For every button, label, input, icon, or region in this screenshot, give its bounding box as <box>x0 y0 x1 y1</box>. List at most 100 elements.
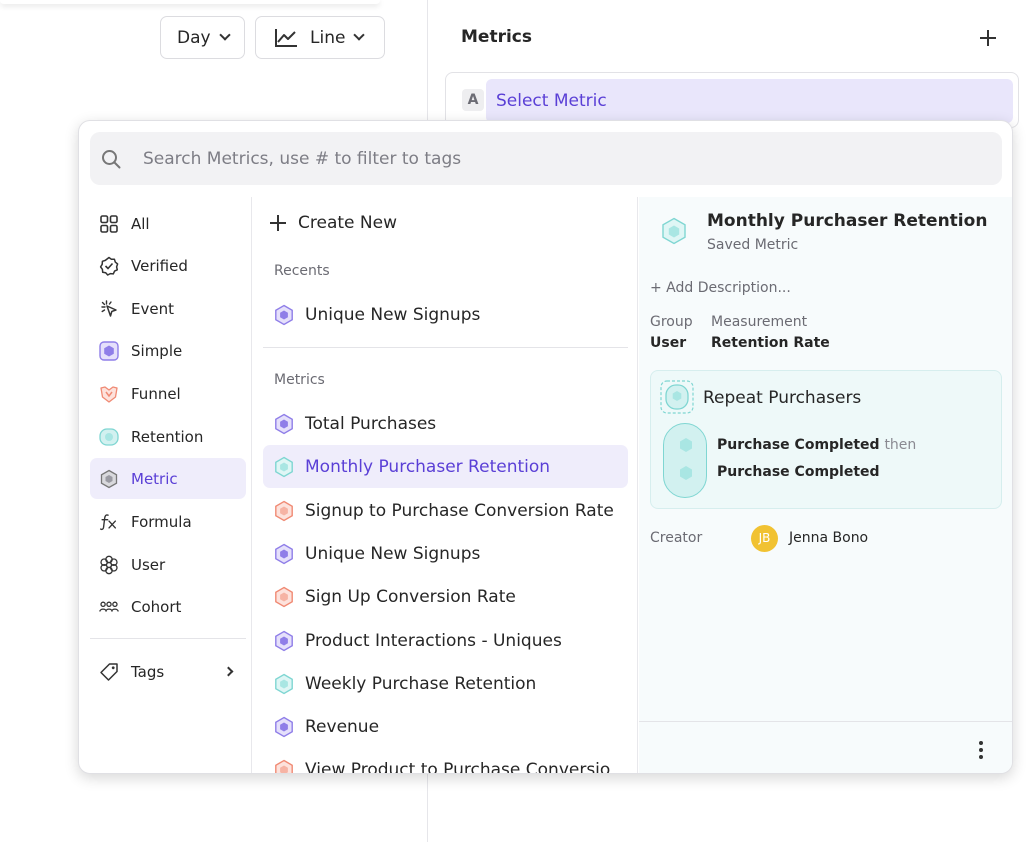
simple-metric-icon <box>99 340 119 361</box>
nav-item-metric[interactable]: Metric <box>90 458 246 499</box>
time-granularity-dropdown[interactable]: Day <box>160 16 245 59</box>
chart-type-label: Line <box>310 27 346 48</box>
creator-label: Creator <box>650 530 703 546</box>
metric-name: Weekly Purchase Retention <box>305 673 537 694</box>
nav-divider <box>90 638 246 639</box>
line-chart-icon <box>274 28 298 48</box>
return-event-name: Purchase Completed <box>717 464 880 480</box>
chevron-down-icon <box>218 29 231 41</box>
create-new-label: Create New <box>298 213 397 233</box>
simple-metric-icon <box>275 630 293 651</box>
create-new-button[interactable]: Create New <box>269 211 397 235</box>
measurement-value: Retention Rate <box>711 335 830 351</box>
metric-list-item[interactable]: View Product to Purchase Conversio <box>263 748 628 773</box>
start-event-name: Purchase Completed <box>717 437 880 453</box>
nav-item-label: Verified <box>131 256 188 275</box>
metric-list-item[interactable]: Revenue <box>263 705 628 748</box>
nav-item-label: Cohort <box>131 597 182 616</box>
recent-item[interactable]: Unique New Signups <box>263 293 628 336</box>
nav-item-retention[interactable]: Retention <box>90 416 246 457</box>
chevron-right-icon <box>223 666 234 677</box>
metric-name: Total Purchases <box>305 413 437 434</box>
category-nav: All Verified Event Simple Funnel Retenti… <box>79 197 252 773</box>
group-value: User <box>650 335 687 351</box>
metric-list-item[interactable]: Product Interactions - Uniques <box>263 619 628 662</box>
metric-hex-icon <box>99 469 119 489</box>
metric-search-input[interactable] <box>143 132 983 185</box>
nav-item-event[interactable]: Event <box>90 288 246 329</box>
event-hex-icon <box>680 466 692 480</box>
metrics-section-label: Metrics <box>274 372 325 388</box>
metric-picker-popover: All Verified Event Simple Funnel Retenti… <box>78 120 1013 774</box>
metric-search-bar <box>90 132 1002 185</box>
formula-fx-icon <box>99 512 119 532</box>
nav-item-label: Funnel <box>131 384 181 403</box>
metric-name: Revenue <box>305 716 380 737</box>
nav-item-cohort[interactable]: Cohort <box>90 586 246 627</box>
metric-list-item[interactable]: Sign Up Conversion Rate <box>263 575 628 618</box>
more-options-icon[interactable] <box>975 741 987 759</box>
nav-item-funnel[interactable]: Funnel <box>90 373 246 414</box>
retention-step-return: Purchase Completed <box>717 464 880 480</box>
add-metric-button[interactable] <box>976 26 1000 50</box>
add-description-link[interactable]: + Add Description... <box>650 280 791 296</box>
metric-name: Signup to Purchase Conversion Rate <box>305 500 614 521</box>
metric-name: Monthly Purchaser Retention <box>305 456 551 477</box>
group-label: Group <box>650 314 693 330</box>
tag-icon <box>99 662 119 682</box>
simple-metric-icon <box>275 543 293 564</box>
retention-icon <box>99 427 119 447</box>
metric-list: Create New Recents Unique New Signups Me… <box>252 197 638 773</box>
then-connector: then <box>884 437 917 453</box>
top-bar-shadow <box>0 0 380 4</box>
grid-icon <box>99 214 119 234</box>
nav-item-all[interactable]: All <box>90 203 246 244</box>
nav-item-label: All <box>131 214 150 233</box>
detail-subtitle: Saved Metric <box>707 237 799 253</box>
measurement-label: Measurement <box>711 314 808 330</box>
nav-item-label: Event <box>131 299 174 318</box>
nav-item-label: User <box>131 555 166 574</box>
retention-steps-pill <box>663 423 707 498</box>
plus-icon <box>270 215 286 231</box>
plus-icon <box>980 30 996 46</box>
list-divider <box>263 347 628 348</box>
funnel-icon <box>99 384 119 404</box>
nav-item-label: Simple <box>131 341 183 360</box>
retention-metric-icon <box>662 217 686 245</box>
card-title: Repeat Purchasers <box>703 388 862 408</box>
retention-metric-icon <box>275 456 293 477</box>
retention-step-start: Purchase Completed then <box>717 437 916 453</box>
metric-list-item[interactable]: Total Purchases <box>263 402 628 445</box>
metric-name: Product Interactions - Uniques <box>305 630 562 651</box>
nav-item-verified[interactable]: Verified <box>90 245 246 286</box>
search-icon <box>102 150 121 169</box>
simple-metric-icon <box>275 716 293 737</box>
event-hex-icon <box>680 438 692 452</box>
chart-type-dropdown[interactable]: Line <box>255 16 385 59</box>
metric-list-item[interactable]: Signup to Purchase Conversion Rate <box>263 489 628 532</box>
nav-item-label: Retention <box>131 427 204 446</box>
metric-list-item[interactable]: Unique New Signups <box>263 532 628 575</box>
retention-icon <box>660 380 694 414</box>
cursor-click-icon <box>99 299 119 319</box>
avatar: JB <box>751 525 778 552</box>
metric-detail-panel: Monthly Purchaser Retention Saved Metric… <box>639 197 1012 773</box>
nav-item-tags[interactable]: Tags <box>90 651 246 692</box>
select-metric-button[interactable]: Select Metric <box>486 79 1013 123</box>
nav-item-label: Tags <box>131 662 165 681</box>
nav-item-label: Metric <box>131 469 178 488</box>
metric-name: Unique New Signups <box>305 543 481 564</box>
nav-item-simple[interactable]: Simple <box>90 330 246 371</box>
nav-item-user[interactable]: User <box>90 544 246 585</box>
verified-badge-icon <box>99 256 119 276</box>
funnel-metric-icon <box>275 759 293 773</box>
cohort-people-icon <box>99 597 119 617</box>
metric-list-item[interactable]: Weekly Purchase Retention <box>263 662 628 705</box>
nav-item-formula[interactable]: Formula <box>90 501 246 542</box>
time-granularity-label: Day <box>177 27 211 48</box>
metric-name: Unique New Signups <box>305 304 481 325</box>
metric-list-item-selected[interactable]: Monthly Purchaser Retention <box>263 445 628 488</box>
metric-slot-letter: A <box>462 89 484 111</box>
metrics-panel-title: Metrics <box>461 27 532 47</box>
